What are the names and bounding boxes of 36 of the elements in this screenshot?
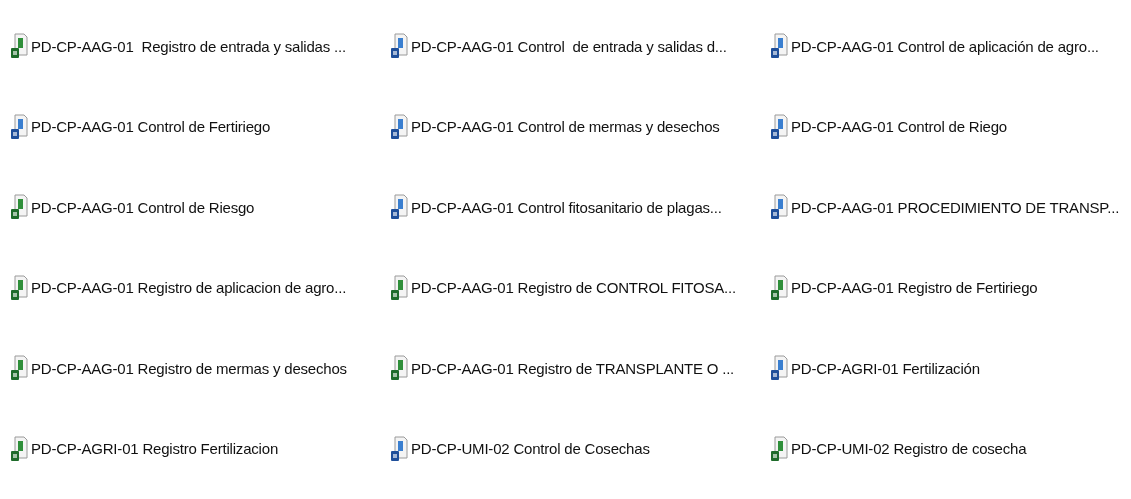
document-file-icon bbox=[390, 113, 408, 140]
file-name[interactable]: PD-CP-AAG-01 Registro de aplicacion de agro... bbox=[31, 279, 347, 297]
spreadsheet-file-icon bbox=[390, 274, 408, 301]
file-name[interactable]: PD-CP-AAG-01 Control de aplicación de agro... bbox=[791, 37, 1099, 55]
file-name[interactable]: PD-CP-AAG-01 Registro de mermas y desechos bbox=[31, 359, 347, 377]
file-name[interactable]: PD-CP-AAG-01 Registro de Fertiriego bbox=[791, 279, 1038, 297]
document-file-icon bbox=[390, 33, 408, 60]
spreadsheet-file-icon bbox=[10, 274, 28, 301]
spreadsheet-file-icon bbox=[770, 274, 788, 301]
spreadsheet-file-icon bbox=[390, 355, 408, 382]
spreadsheet-file-icon bbox=[10, 194, 28, 221]
file-name[interactable]: PD-CP-AAG-01 Control de Riesgo bbox=[31, 198, 255, 216]
spreadsheet-file-icon bbox=[770, 435, 788, 462]
file-name[interactable]: PD-CP-AAG-01 Control de mermas y desechos bbox=[411, 118, 720, 136]
file-name[interactable]: PD-CP-AAG-01 Control fitosanitario de plagas... bbox=[411, 198, 722, 216]
document-file-icon bbox=[770, 355, 788, 382]
file-name[interactable]: PD-CP-AAG-01 Control de Riego bbox=[791, 118, 1007, 136]
spreadsheet-file-icon bbox=[10, 355, 28, 382]
file-name[interactable]: PD-CP-AAG-01 Registro de entrada y salidas ... bbox=[31, 37, 346, 55]
file-name[interactable]: PD-CP-UMI-02 Registro de cosecha bbox=[791, 440, 1027, 458]
document-file-icon bbox=[770, 33, 788, 60]
document-file-icon bbox=[770, 194, 788, 221]
file-name[interactable]: PD-CP-AAG-01 Control de Fertiriego bbox=[31, 118, 271, 136]
document-file-icon bbox=[390, 435, 408, 462]
spreadsheet-file-icon bbox=[10, 33, 28, 60]
spreadsheet-file-icon bbox=[10, 435, 28, 462]
file-name[interactable]: PD-CP-AGRI-01 Registro Fertilizacion bbox=[31, 440, 279, 458]
file-name[interactable]: PD-CP-UMI-02 Control de Cosechas bbox=[411, 440, 650, 458]
file-name[interactable]: PD-CP-AAG-01 Registro de TRANSPLANTE O ... bbox=[411, 359, 735, 377]
file-name[interactable]: PD-CP-AAG-01 Control de entrada y salidas d... bbox=[411, 37, 727, 55]
file-name[interactable]: PD-CP-AAG-01 Registro de CONTROL FITOSA... bbox=[411, 279, 736, 297]
document-file-icon bbox=[770, 113, 788, 140]
document-file-icon bbox=[390, 194, 408, 221]
file-name[interactable]: PD-CP-AAG-01 PROCEDIMIENTO DE TRANSP... bbox=[791, 198, 1120, 216]
document-file-icon bbox=[10, 113, 28, 140]
file-name[interactable]: PD-CP-AGRI-01 Fertilización bbox=[791, 359, 980, 377]
